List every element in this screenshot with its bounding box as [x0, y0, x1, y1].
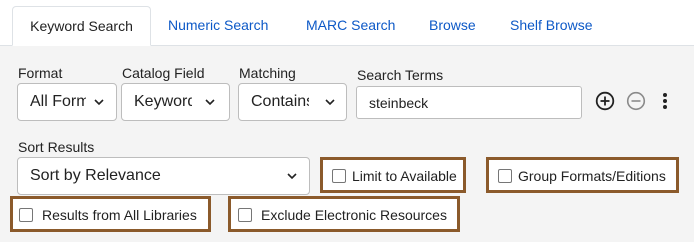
search-terms-field [356, 86, 582, 119]
chevron-down-icon [287, 173, 297, 180]
format-label: Format [18, 65, 63, 81]
matching-label: Matching [239, 65, 296, 81]
tab-keyword-search[interactable]: Keyword Search [12, 6, 151, 46]
matching-select-value: Contains [251, 93, 309, 110]
all-libraries-label: Results from All Libraries [42, 207, 197, 223]
format-select[interactable]: All Form [17, 83, 117, 121]
tab-shelf-browse[interactable]: Shelf Browse [510, 6, 592, 46]
chevron-down-icon [325, 99, 335, 106]
plus-circle-icon[interactable] [595, 91, 615, 111]
catalog-field-select[interactable]: Keyword [121, 83, 230, 121]
sort-select[interactable]: Sort by Relevance [17, 157, 310, 195]
exclude-electronic-checkbox[interactable] [238, 208, 252, 222]
tab-numeric-search[interactable]: Numeric Search [168, 6, 268, 46]
search-tabs: Keyword Search Numeric Search MARC Searc… [0, 0, 694, 46]
vertical-ellipsis-icon[interactable] [659, 91, 671, 111]
search-terms-input[interactable] [357, 87, 581, 118]
group-formats-checkbox[interactable] [498, 169, 512, 183]
tab-marc-search[interactable]: MARC Search [306, 6, 395, 46]
matching-select[interactable]: Contains [238, 83, 347, 121]
chevron-down-icon [94, 99, 104, 106]
tab-browse[interactable]: Browse [429, 6, 476, 46]
exclude-electronic-option[interactable]: Exclude Electronic Resources [228, 196, 460, 232]
search-terms-label: Search Terms [357, 67, 444, 83]
format-select-value: All Form [30, 93, 86, 110]
sort-results-label: Sort Results [18, 139, 95, 155]
minus-circle-icon[interactable] [626, 91, 646, 111]
sort-select-value: Sort by Relevance [30, 167, 161, 184]
limit-to-available-label: Limit to Available [352, 168, 457, 184]
group-formats-label: Group Formats/Editions [518, 168, 666, 184]
exclude-electronic-label: Exclude Electronic Resources [261, 207, 447, 223]
chevron-down-icon [205, 99, 215, 106]
catalog-field-label: Catalog Field [122, 65, 205, 81]
catalog-field-select-value: Keyword [134, 93, 192, 110]
group-formats-option[interactable]: Group Formats/Editions [486, 157, 679, 193]
limit-to-available-checkbox[interactable] [332, 169, 346, 183]
all-libraries-option[interactable]: Results from All Libraries [10, 196, 211, 232]
limit-to-available-option[interactable]: Limit to Available [320, 157, 466, 193]
all-libraries-checkbox[interactable] [19, 208, 33, 222]
